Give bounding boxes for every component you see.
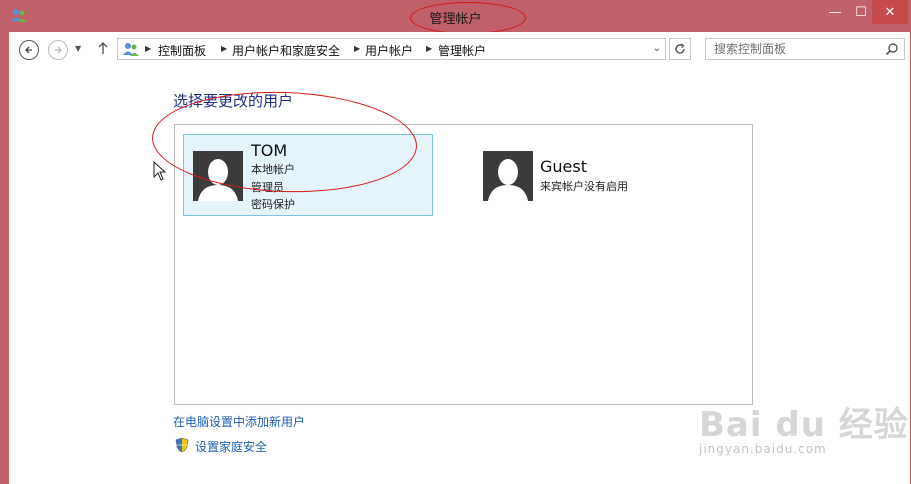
arrow-right-icon: [55, 46, 62, 54]
breadcrumb-separator-icon: ▶: [221, 44, 228, 53]
watermark-logo: Bai du 经验: [699, 405, 909, 445]
account-name: Guest: [540, 157, 587, 176]
breadcrumb-user-accounts[interactable]: 用户帐户: [365, 42, 413, 59]
account-name: TOM: [251, 141, 288, 160]
account-role: 管理员: [251, 181, 284, 194]
refresh-icon: [675, 43, 685, 54]
account-tile-guest[interactable]: Guest 来宾帐户没有启用: [481, 145, 721, 205]
page-title: 选择要更改的用户: [173, 92, 294, 110]
account-tile-tom[interactable]: TOM 本地帐户 管理员 密码保护: [183, 134, 433, 216]
search-icon[interactable]: [885, 42, 899, 56]
back-button[interactable]: [19, 40, 39, 60]
chevron-down-icon[interactable]: ⌄: [653, 43, 661, 54]
shield-icon: [175, 437, 189, 453]
breadcrumb-separator-icon: ▶: [426, 44, 433, 53]
user-silhouette-icon: [198, 159, 238, 201]
breadcrumb-separator-icon: ▶: [354, 44, 361, 53]
title-bar: 管理帐户 — ☐ ✕: [0, 0, 911, 34]
control-panel-icon: [123, 43, 139, 56]
window-content: ▼ ▶ 控制面板 ▶ 用户帐户和家庭安全 ▶ 用户帐户 ▶ 管理帐户 ⌄ 选择要…: [9, 32, 910, 484]
recent-pages-dropdown[interactable]: ▼: [75, 44, 81, 53]
breadcrumb-control-panel[interactable]: 控制面板: [158, 42, 206, 59]
mouse-cursor-icon: [153, 161, 167, 181]
user-silhouette-icon: [488, 159, 528, 201]
refresh-button[interactable]: [669, 38, 691, 60]
account-type: 本地帐户: [251, 163, 295, 176]
close-button[interactable]: ✕: [872, 0, 908, 24]
account-status: 来宾帐户没有启用: [540, 180, 628, 193]
breadcrumb-user-accounts-family[interactable]: 用户帐户和家庭安全: [232, 42, 340, 59]
search-input[interactable]: [705, 38, 905, 60]
breadcrumb-manage-accounts[interactable]: 管理帐户: [438, 42, 486, 59]
breadcrumb-separator-icon: ▶: [145, 44, 152, 53]
title-annotation-ellipse: [410, 2, 526, 34]
arrow-left-icon: [25, 46, 32, 54]
accounts-panel: TOM 本地帐户 管理员 密码保护 Guest 来宾帐户没有启用: [174, 124, 753, 405]
forward-button[interactable]: [48, 40, 68, 60]
address-bar[interactable]: ▶ 控制面板 ▶ 用户帐户和家庭安全 ▶ 用户帐户 ▶ 管理帐户 ⌄: [117, 38, 666, 60]
add-new-user-link[interactable]: 在电脑设置中添加新用户: [173, 413, 305, 430]
avatar: [193, 151, 243, 201]
avatar: [483, 151, 533, 201]
account-password-status: 密码保护: [251, 198, 295, 211]
watermark-url: jingyan.baidu.com: [699, 442, 827, 456]
arrow-up-icon: [98, 42, 108, 54]
family-safety-link[interactable]: 设置家庭安全: [195, 438, 267, 455]
up-button[interactable]: [97, 41, 109, 59]
